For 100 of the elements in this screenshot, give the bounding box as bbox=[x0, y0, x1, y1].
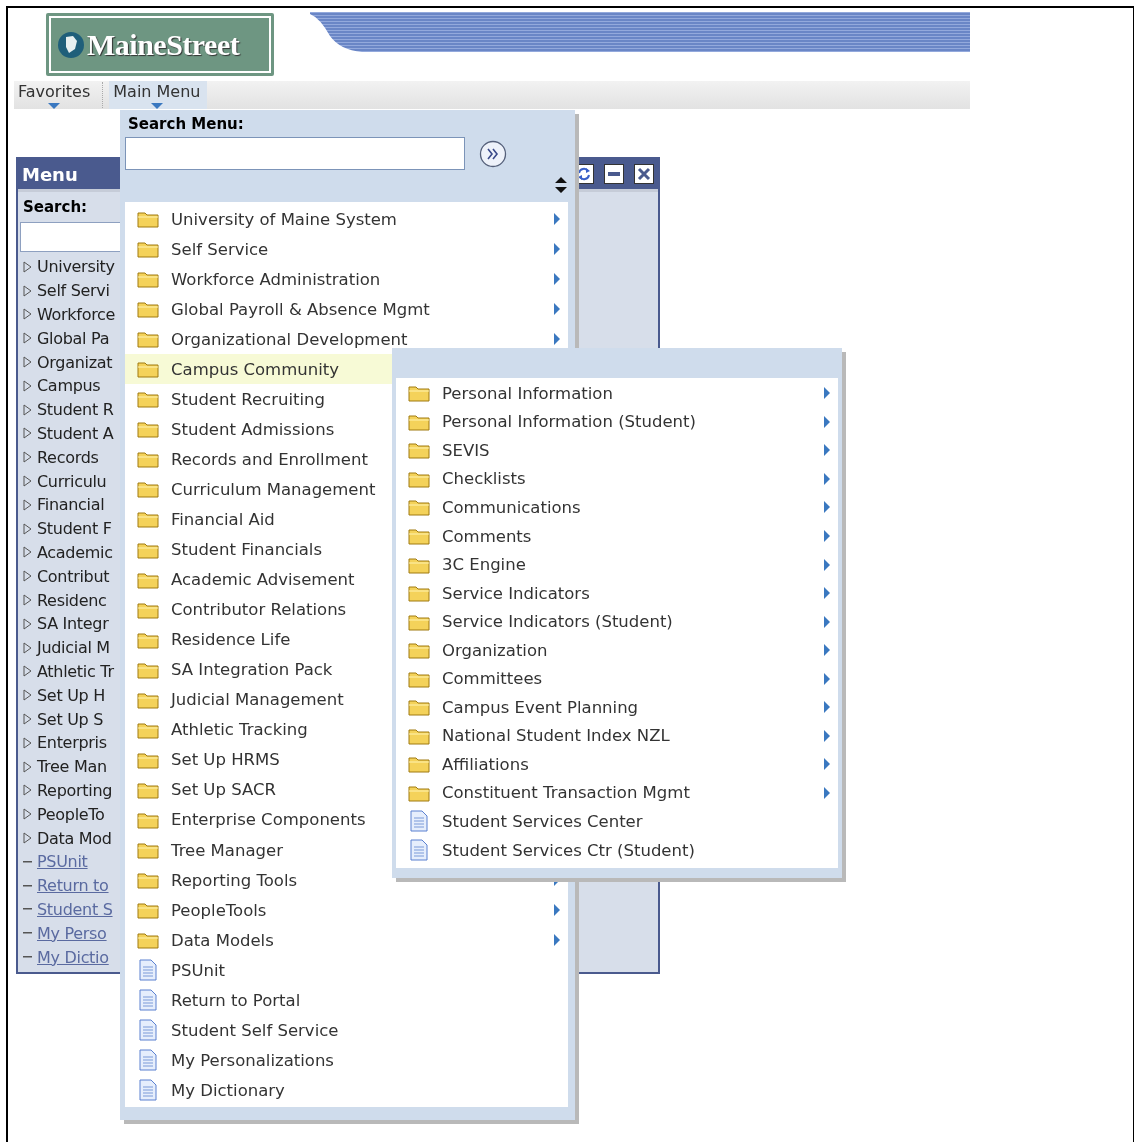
expand-triangle-icon[interactable] bbox=[23, 427, 32, 440]
expand-triangle-icon[interactable] bbox=[23, 451, 32, 464]
menu-item[interactable]: Organizational Development bbox=[125, 324, 568, 355]
folder-icon bbox=[408, 469, 430, 488]
expand-triangle-icon[interactable] bbox=[23, 379, 32, 392]
tree-item[interactable]: Tree Man bbox=[37, 757, 107, 777]
menu-item[interactable]: Student Services Ctr (Student) bbox=[396, 835, 838, 865]
tree-link[interactable]: Return to bbox=[37, 876, 109, 896]
expand-triangle-icon[interactable] bbox=[23, 570, 32, 583]
expand-triangle-icon[interactable] bbox=[23, 332, 32, 345]
folder-icon bbox=[137, 630, 159, 649]
menu-item[interactable]: National Student Index NZL bbox=[396, 721, 838, 751]
expand-triangle-icon[interactable] bbox=[23, 784, 32, 797]
tree-item[interactable]: Records bbox=[37, 447, 99, 467]
menu-item[interactable]: Committees bbox=[396, 664, 838, 693]
tree-item[interactable]: Workforce bbox=[37, 305, 116, 324]
search-label: Search: bbox=[23, 198, 89, 216]
tree-link[interactable]: PSUnit bbox=[37, 852, 88, 872]
menu-item[interactable]: Service Indicators bbox=[396, 578, 838, 608]
expand-triangle-icon[interactable] bbox=[23, 736, 32, 749]
menu-item[interactable]: Student Services Center bbox=[396, 807, 838, 836]
expand-triangle-icon[interactable] bbox=[23, 498, 32, 511]
tree-item[interactable]: Student R bbox=[37, 400, 114, 420]
expand-triangle-icon[interactable] bbox=[23, 475, 32, 488]
menu-item[interactable]: 3C Engine bbox=[396, 550, 838, 579]
tree-item[interactable]: Residenc bbox=[37, 590, 107, 610]
expand-triangle-icon[interactable] bbox=[23, 546, 32, 559]
tree-link[interactable]: Student S bbox=[37, 899, 113, 919]
menu-item[interactable]: Reporting Tools bbox=[125, 865, 568, 896]
menu-item[interactable]: Checklists bbox=[396, 464, 838, 494]
expand-triangle-icon[interactable] bbox=[23, 713, 32, 726]
menu-item[interactable]: Campus Event Planning bbox=[396, 693, 838, 722]
menu-item[interactable]: Workforce Administration bbox=[125, 264, 568, 295]
tree-item[interactable]: SA Integr bbox=[37, 614, 109, 634]
submenu-arrow-icon bbox=[824, 387, 830, 400]
menu-item[interactable]: Communications bbox=[396, 493, 838, 522]
tree-item[interactable]: Reporting bbox=[37, 780, 113, 800]
tree-item[interactable]: Campus bbox=[37, 376, 101, 396]
tree-item[interactable]: Financial bbox=[37, 495, 105, 515]
folder-icon bbox=[137, 300, 159, 319]
expand-triangle-icon[interactable] bbox=[23, 760, 32, 773]
expand-triangle-icon[interactable] bbox=[23, 260, 32, 273]
tree-item[interactable]: Judicial M bbox=[37, 638, 110, 658]
search-field[interactable] bbox=[20, 222, 122, 252]
tree-item[interactable]: Self Servi bbox=[37, 281, 110, 301]
tree-item[interactable]: Student F bbox=[37, 519, 112, 539]
expand-triangle-icon[interactable] bbox=[23, 403, 32, 416]
menu-item[interactable]: Data Models bbox=[125, 925, 568, 956]
minimize-icon[interactable] bbox=[604, 164, 624, 184]
tree-item[interactable]: Athletic Tr bbox=[37, 661, 114, 681]
tree-item[interactable]: Academic bbox=[37, 542, 113, 562]
search-menu-field[interactable] bbox=[125, 137, 465, 170]
expand-triangle-icon[interactable] bbox=[23, 665, 32, 678]
close-icon[interactable] bbox=[634, 164, 654, 184]
menu-item[interactable]: Return to Portal bbox=[125, 985, 568, 1016]
menu-item[interactable]: SEVIS bbox=[396, 436, 838, 465]
tree-link[interactable]: My Perso bbox=[37, 923, 107, 943]
menu-item[interactable]: Student Self Service bbox=[125, 1015, 568, 1046]
tree-item[interactable]: PeopleTo bbox=[37, 804, 105, 824]
expand-triangle-icon[interactable] bbox=[23, 832, 32, 844]
menu-item[interactable]: PSUnit bbox=[125, 955, 568, 986]
expand-triangle-icon[interactable] bbox=[23, 689, 32, 702]
tree-item[interactable]: Enterpris bbox=[37, 733, 107, 753]
tree-item[interactable]: Organizat bbox=[37, 352, 113, 372]
sort-icon[interactable] bbox=[555, 177, 567, 193]
expand-triangle-icon[interactable] bbox=[23, 808, 32, 821]
menu-item[interactable]: My Personalizations bbox=[125, 1045, 568, 1076]
expand-triangle-icon[interactable] bbox=[23, 356, 32, 369]
menu-item[interactable]: Self Service bbox=[125, 234, 568, 265]
tree-item[interactable]: Global Pa bbox=[37, 328, 110, 348]
menu-item[interactable]: Personal Information (Student) bbox=[396, 407, 838, 437]
menu-item[interactable]: Constituent Transaction Mgmt bbox=[396, 778, 838, 808]
expand-triangle-icon[interactable] bbox=[23, 617, 32, 630]
menu-item[interactable]: Service Indicators (Student) bbox=[396, 607, 838, 636]
nav-menu-button[interactable]: Main Menu bbox=[109, 81, 207, 109]
tree-item[interactable]: Student A bbox=[37, 423, 114, 443]
menu-item[interactable]: University of Maine System bbox=[125, 204, 568, 235]
expand-triangle-icon[interactable] bbox=[23, 641, 32, 654]
menu-item[interactable]: Comments bbox=[396, 521, 838, 551]
menu-item[interactable]: PeopleTools bbox=[125, 895, 568, 926]
menu-item[interactable]: Affiliations bbox=[396, 750, 838, 779]
expand-triangle-icon[interactable] bbox=[23, 522, 32, 535]
go-button-icon[interactable] bbox=[479, 139, 507, 168]
menu-item[interactable]: My Dictionary bbox=[125, 1075, 568, 1106]
expand-triangle-icon[interactable] bbox=[23, 308, 32, 321]
tree-link[interactable]: My Dictio bbox=[37, 947, 109, 967]
tree-item[interactable]: Set Up S bbox=[37, 709, 104, 729]
tree-item[interactable]: University bbox=[37, 257, 115, 277]
tree-item[interactable]: Set Up H bbox=[37, 685, 105, 705]
tree-item[interactable]: Data Mod bbox=[37, 828, 112, 848]
expand-triangle-icon[interactable] bbox=[23, 284, 32, 297]
submenu-arrow-icon bbox=[824, 501, 830, 514]
tree-item[interactable]: Contribut bbox=[37, 566, 110, 586]
tree-item[interactable]: Curriculu bbox=[37, 471, 107, 491]
dash-icon bbox=[23, 860, 32, 863]
nav-menu-button[interactable]: Favorites bbox=[14, 81, 97, 109]
folder-icon bbox=[137, 360, 159, 379]
menu-item[interactable]: Global Payroll & Absence Mgmt bbox=[125, 294, 568, 325]
expand-triangle-icon[interactable] bbox=[23, 594, 32, 607]
menu-item[interactable]: Organization bbox=[396, 635, 838, 665]
